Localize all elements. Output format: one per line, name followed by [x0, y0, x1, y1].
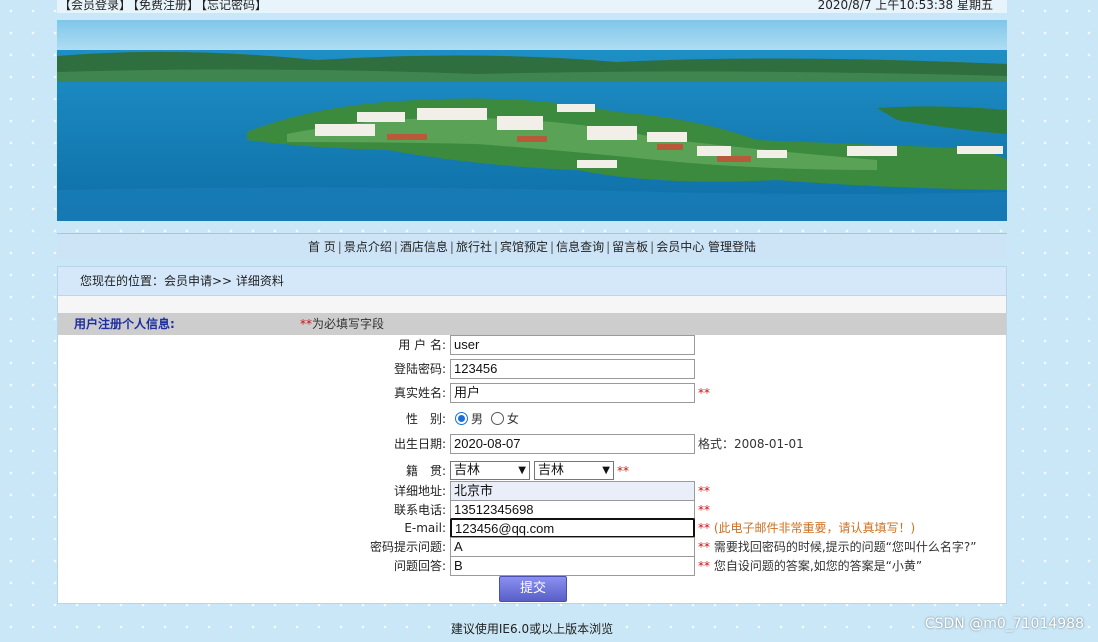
address-row: 详细地址: 北京市 **: [58, 481, 1008, 501]
address-input[interactable]: 北京市: [450, 481, 695, 501]
username-label: 用 户 名:: [398, 338, 446, 352]
datetime-display: 2020/8/7 上午10:53:38 星期五: [817, 0, 993, 12]
phone-required-mark: **: [698, 503, 710, 517]
answer-label: 问题回答:: [393, 559, 446, 573]
province-select[interactable]: 吉林 ▼: [450, 461, 530, 480]
question-hint: ** 需要找回密码的时候,提示的问题“您叫什么名字?”: [698, 537, 976, 557]
answer-hint-text: 您自设问题的答案,如您的答案是“小黄”: [713, 559, 923, 573]
username-row: 用 户 名: user: [58, 335, 1008, 355]
registration-panel: 您现在的位置：会员申请>> 详细资料 用户注册个人信息: **为必填写字段 用 …: [57, 266, 1007, 604]
email-label: E-mail:: [404, 521, 446, 535]
realname-row: 真实姓名: 用户 **: [58, 383, 1008, 403]
footer-note: 建议使用IE6.0或以上版本浏览: [450, 622, 614, 636]
breadcrumb: 您现在的位置：会员申请>> 详细资料: [58, 267, 1006, 296]
gender-row: 性 别: 男 女: [58, 409, 1008, 429]
nav-travel-agency[interactable]: 旅行社: [456, 240, 492, 254]
top-bar: 【会员登录】 【免费注册】 【忘记密码】 2020/8/7 上午10:53:38 星…: [57, 0, 1007, 13]
member-links: 【会员登录】 【免费注册】 【忘记密码】: [59, 0, 269, 11]
gender-male-label: 男: [471, 412, 484, 426]
nav-home[interactable]: 首 页: [308, 240, 336, 254]
phone-label: 联系电话:: [393, 503, 446, 517]
section-title: 用户注册个人信息:: [74, 317, 175, 331]
question-label: 密码提示问题:: [369, 540, 446, 554]
email-hint-text: (此电子邮件非常重要，请认真填写！): [713, 521, 916, 535]
question-input[interactable]: A: [450, 537, 695, 557]
gender-female-radio[interactable]: [490, 412, 504, 425]
banner-image: [57, 20, 1007, 221]
question-required-mark: **: [698, 540, 710, 554]
address-required-mark: **: [698, 484, 710, 498]
realname-input[interactable]: 用户: [450, 383, 695, 403]
main-nav: 首 页 | 景点介绍 | 酒店信息 | 旅行社 | 宾馆预定 | 信息查询 | 留言板 | 会员中心 管理登…: [57, 233, 1007, 259]
city-value: 吉林: [538, 463, 565, 478]
nav-message-board[interactable]: 留言板: [612, 240, 648, 254]
realname-label: 真实姓名:: [393, 386, 446, 400]
required-note: **为必填写字段: [300, 313, 384, 335]
question-hint-text: 需要找回密码的时候,提示的问题“您叫什么名字?”: [713, 540, 977, 554]
native-place-row: 籍 贯: 吉林 ▼ 吉林 ▼ **: [58, 461, 1008, 481]
birthday-input[interactable]: 2020-08-07: [450, 434, 695, 454]
question-row: 密码提示问题: A ** 需要找回密码的时候,提示的问题“您叫什么名字?”: [58, 537, 1008, 557]
email-hint: ** (此电子邮件非常重要，请认真填写！): [698, 518, 915, 538]
native-place-label: 籍 贯:: [405, 464, 446, 478]
member-login-link[interactable]: 【会员登录】: [59, 0, 131, 12]
city-select[interactable]: 吉林 ▼: [534, 461, 614, 480]
phone-input[interactable]: 13512345698: [450, 500, 695, 520]
spacer: [58, 296, 1006, 313]
answer-hint: ** 您自设问题的答案,如您的答案是“小黄”: [698, 556, 922, 576]
email-row: E-mail: 123456@qq.com ** (此电子邮件非常重要，请认真填…: [58, 518, 1008, 538]
birthday-format-hint: 格式：2008-01-01: [698, 437, 804, 451]
phone-row: 联系电话: 13512345698 **: [58, 500, 1008, 520]
username-input[interactable]: user: [450, 335, 695, 355]
lake-island-banner: [57, 20, 1007, 221]
password-input[interactable]: 123456: [450, 359, 695, 379]
birthday-label: 出生日期:: [393, 437, 446, 451]
address-label: 详细地址:: [393, 484, 446, 498]
gender-label: 性 别:: [405, 412, 446, 426]
nav-hotel-info[interactable]: 酒店信息: [400, 240, 448, 254]
answer-row: 问题回答: B ** 您自设问题的答案,如您的答案是“小黄”: [58, 556, 1008, 576]
realname-required-mark: **: [698, 386, 710, 400]
nav-admin-login[interactable]: 管理登陆: [708, 240, 756, 254]
required-mark: **: [300, 317, 312, 331]
native-required-mark: **: [617, 464, 629, 478]
nav-scenic-spots[interactable]: 景点介绍: [344, 240, 392, 254]
chevron-down-icon: ▼: [518, 465, 526, 476]
birthday-row: 出生日期: 2020-08-07 格式：2008-01-01: [58, 434, 1008, 454]
answer-required-mark: **: [698, 559, 710, 573]
forgot-password-link[interactable]: 【忘记密码】: [201, 0, 267, 12]
password-row: 登陆密码: 123456: [58, 359, 1008, 379]
email-input[interactable]: 123456@qq.com: [450, 518, 695, 538]
csdn-watermark: CSDN @m0_71014988: [924, 616, 1084, 632]
province-value: 吉林: [454, 463, 481, 478]
gender-options: 男 女: [455, 409, 523, 429]
chevron-down-icon: ▼: [602, 465, 610, 476]
gender-male-radio[interactable]: [455, 412, 468, 425]
free-register-link[interactable]: 【免费注册】: [133, 0, 199, 12]
section-header: 用户注册个人信息: **为必填写字段: [58, 313, 1006, 335]
email-required-mark: **: [698, 521, 710, 535]
password-label: 登陆密码:: [393, 362, 446, 376]
gender-female-label: 女: [506, 412, 519, 426]
submit-button[interactable]: 提交: [499, 576, 567, 602]
nav-info-query[interactable]: 信息查询: [556, 240, 604, 254]
required-note-text: 为必填写字段: [312, 317, 385, 331]
nav-hotel-booking[interactable]: 宾馆预定: [500, 240, 548, 254]
answer-input[interactable]: B: [450, 556, 695, 576]
nav-member-center[interactable]: 会员中心: [656, 240, 704, 254]
